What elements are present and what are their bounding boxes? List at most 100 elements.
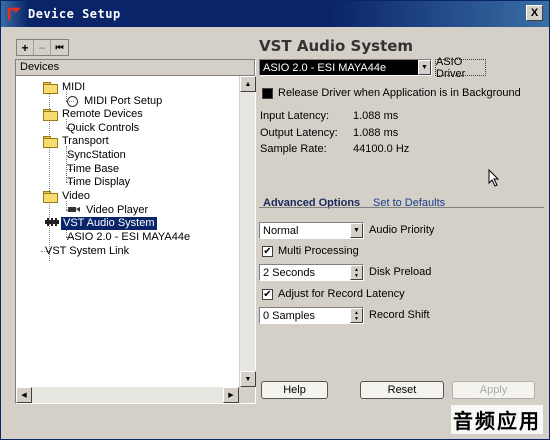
tree-item-remote-devices[interactable]: Remote Devices: [43, 107, 145, 121]
tree-item-label: Remote Devices: [62, 107, 143, 120]
asio-driver-value: ASIO 2.0 - ESI MAYA44e: [263, 61, 387, 74]
reset-button-label: Reset: [387, 384, 417, 396]
checkmark-icon: ✔: [263, 245, 272, 257]
tree-vertical-scrollbar[interactable]: ▲ ▼: [239, 76, 256, 387]
tree-item-midi[interactable]: MIDI: [43, 80, 87, 94]
arrow-right-icon: ▶: [228, 392, 234, 399]
tab-divider: [259, 207, 544, 208]
video-player-icon: [67, 204, 81, 217]
folder-icon: [43, 135, 58, 148]
tree-item-label: MIDI Port Setup: [84, 94, 163, 107]
tree-item-label: VST System Link: [45, 244, 130, 257]
apply-button[interactable]: Apply: [452, 381, 535, 399]
audio-system-icon: [45, 217, 59, 230]
device-setup-window: Device Setup X + − ⏮ Devices MIDI MIDI P…: [0, 0, 550, 440]
asio-driver-select[interactable]: ASIO 2.0 - ESI MAYA44e ▼: [259, 59, 432, 76]
tree-item-syncstation[interactable]: SyncStation: [65, 148, 128, 162]
scroll-down-button[interactable]: ▼: [240, 371, 256, 387]
tree-item-asio-driver[interactable]: ASIO 2.0 - ESI MAYA44e: [65, 230, 192, 244]
record-shift-label: Record Shift: [369, 309, 430, 321]
audio-priority-value: Normal: [263, 224, 299, 237]
reset-device-button[interactable]: ⏮: [51, 40, 68, 55]
midi-port-icon: [67, 95, 78, 107]
tree-item-quick-controls[interactable]: Quick Controls: [65, 121, 141, 135]
device-toolbar: + − ⏮: [16, 39, 69, 56]
tree-item-label: Time Base: [67, 162, 120, 175]
tree-item-label: Video Player: [86, 203, 149, 216]
minus-icon: −: [38, 40, 46, 55]
scrollbar-corner: [239, 387, 255, 403]
tree-item-label: Transport: [62, 134, 109, 147]
record-shift-stepper[interactable]: 0 Samples ▲ ▼: [259, 307, 364, 324]
asio-driver-button-label: ASIO Driver: [436, 55, 466, 80]
sample-rate-label: Sample Rate:: [260, 143, 327, 155]
tree-horizontal-scrollbar[interactable]: ◀ ▶: [16, 387, 239, 403]
devices-tree[interactable]: Devices MIDI MIDI Port Setup Remote Devi…: [15, 59, 256, 404]
record-shift-value: 0 Samples: [263, 309, 315, 322]
folder-icon: [43, 81, 58, 94]
close-button[interactable]: X: [526, 5, 543, 21]
reset-icon: ⏮: [55, 42, 64, 52]
tree-item-video-player[interactable]: Video Player: [67, 203, 150, 217]
multi-processing-label: Multi Processing: [278, 245, 359, 257]
add-device-button[interactable]: +: [17, 40, 34, 55]
tree-item-label: MIDI: [62, 80, 86, 93]
chevron-down-icon[interactable]: ▼: [418, 60, 431, 75]
settings-panel: VST Audio System ASIO 2.0 - ESI MAYA44e …: [259, 31, 544, 411]
release-driver-label: Release Driver when Application is in Ba…: [278, 87, 521, 99]
scroll-left-button[interactable]: ◀: [16, 387, 32, 403]
stepper-arrows-icon[interactable]: ▲ ▼: [350, 308, 363, 323]
tree-item-label: Quick Controls: [67, 121, 140, 134]
disk-preload-stepper[interactable]: 2 Seconds ▲ ▼: [259, 264, 364, 281]
arrow-up-icon: ▲: [244, 80, 252, 88]
app-logo-icon: [6, 6, 22, 22]
tree-item-label: Video: [62, 189, 90, 202]
tree-item-vst-audio-system[interactable]: VST Audio System: [45, 216, 157, 230]
folder-icon: [43, 108, 58, 121]
checkmark-icon: ✔: [263, 288, 272, 300]
plus-icon: +: [21, 40, 29, 55]
tree-item-transport[interactable]: Transport: [43, 134, 111, 148]
disk-preload-label: Disk Preload: [369, 266, 432, 278]
tree-item-midi-port-setup[interactable]: MIDI Port Setup: [67, 94, 164, 108]
devices-column-header[interactable]: Devices: [16, 60, 255, 76]
audio-priority-label: Audio Priority: [369, 224, 435, 236]
help-button-label: Help: [283, 384, 306, 396]
stepper-arrows-icon[interactable]: ▲ ▼: [350, 265, 363, 280]
tree-item-label: Time Display: [67, 175, 131, 188]
release-driver-checkbox[interactable]: [262, 88, 273, 99]
multi-processing-checkbox[interactable]: ✔: [262, 246, 273, 257]
reset-button[interactable]: Reset: [360, 381, 444, 399]
sample-rate-value: 44100.0 Hz: [353, 143, 410, 155]
panel-title: VST Audio System: [259, 37, 414, 55]
scroll-right-button[interactable]: ▶: [223, 387, 239, 403]
help-button[interactable]: Help: [261, 381, 328, 399]
close-icon: X: [530, 6, 539, 19]
arrow-down-icon: ▼: [244, 375, 252, 383]
window-title: Device Setup: [28, 7, 121, 21]
asio-driver-button[interactable]: ASIO Driver: [435, 56, 486, 80]
tree-item-time-base[interactable]: Time Base: [65, 162, 121, 176]
tree-item-video[interactable]: Video: [43, 189, 92, 203]
apply-button-label: Apply: [479, 384, 508, 396]
input-latency-value: 1.088 ms: [353, 110, 399, 122]
title-bar[interactable]: Device Setup X: [1, 1, 549, 27]
mouse-cursor-icon: [488, 168, 500, 190]
adjust-latency-label: Adjust for Record Latency: [278, 288, 405, 300]
scroll-up-button[interactable]: ▲: [240, 76, 256, 92]
tree-item-label: VST Audio System: [61, 216, 157, 230]
output-latency-value: 1.088 ms: [353, 127, 399, 139]
tree-body: MIDI MIDI Port Setup Remote Devices Quic…: [16, 76, 239, 387]
folder-icon: [43, 190, 58, 203]
tree-item-label: ASIO 2.0 - ESI MAYA44e: [67, 230, 191, 243]
tree-item-time-display[interactable]: Time Display: [65, 175, 132, 189]
adjust-latency-checkbox[interactable]: ✔: [262, 289, 273, 300]
audio-priority-select[interactable]: Normal ▼: [259, 222, 364, 239]
input-latency-label: Input Latency:: [260, 110, 330, 122]
arrow-left-icon: ◀: [21, 392, 27, 399]
remove-device-button[interactable]: −: [34, 40, 51, 55]
disk-preload-value: 2 Seconds: [263, 266, 315, 279]
output-latency-label: Output Latency:: [260, 127, 338, 139]
chevron-down-icon[interactable]: ▼: [350, 223, 363, 238]
tree-item-vst-system-link[interactable]: VST System Link: [43, 244, 131, 258]
